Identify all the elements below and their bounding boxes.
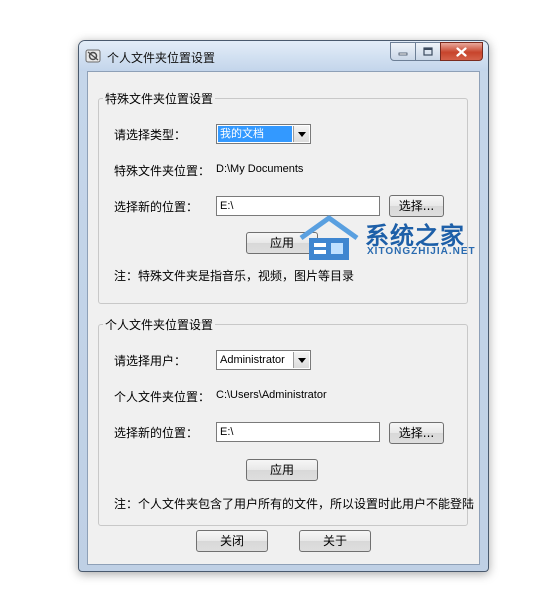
dropdown-arrow[interactable] (293, 352, 309, 368)
personal-group-legend: 个人文件夹位置设置 (105, 318, 214, 332)
personal-new-location-label: 选择新的位置： (114, 426, 199, 440)
chevron-down-icon (297, 131, 306, 137)
client-area: 特殊文件夹位置设置 请选择类型： 我的文档 特殊文件夹位置： D:\My Doc… (87, 71, 480, 565)
minimize-button[interactable] (390, 42, 416, 61)
minimize-icon (398, 52, 408, 55)
special-type-value: 我的文档 (218, 126, 292, 142)
personal-location-label: 个人文件夹位置： (114, 390, 211, 404)
personal-user-select[interactable]: Administrator (216, 350, 311, 370)
close-button[interactable]: 关闭 (196, 530, 268, 552)
special-type-label: 请选择类型： (114, 128, 187, 142)
maximize-button[interactable] (415, 42, 441, 61)
personal-new-location-input[interactable]: E:\ (216, 422, 380, 442)
close-icon (456, 46, 467, 57)
watermark-subtitle: XITONGZHIJIA.NET (367, 246, 476, 257)
special-type-select[interactable]: 我的文档 (216, 124, 311, 144)
about-button[interactable]: 关于 (299, 530, 371, 552)
special-location-label: 特殊文件夹位置： (114, 164, 211, 178)
special-note: 注：特殊文件夹是指音乐，视频，图片等目录 (114, 269, 355, 283)
title-bar[interactable]: 个人文件夹位置设置 (79, 41, 488, 71)
personal-browse-button[interactable]: 选择... (389, 422, 444, 444)
special-location-value: D:\My Documents (216, 163, 304, 175)
dropdown-arrow[interactable] (293, 126, 309, 142)
watermark-logo: 系统之家 XITONGZHIJIA.NET (295, 212, 495, 268)
maximize-icon (423, 47, 433, 56)
close-window-button[interactable] (440, 42, 483, 61)
personal-user-value: Administrator (220, 354, 285, 366)
personal-apply-button[interactable]: 应用 (246, 459, 318, 481)
window-title: 个人文件夹位置设置 (107, 51, 216, 65)
chevron-down-icon (297, 357, 306, 363)
app-gear-icon (85, 49, 101, 63)
personal-note: 注：个人文件夹包含了用户所有的文件，所以设置时此用户不能登陆 (114, 497, 475, 511)
personal-location-value: C:\Users\Administrator (216, 389, 327, 401)
special-group-legend: 特殊文件夹位置设置 (105, 92, 214, 106)
house-logo-icon (299, 215, 359, 260)
special-new-location-label: 选择新的位置： (114, 200, 199, 214)
personal-user-label: 请选择用户： (114, 354, 187, 368)
window-controls (390, 42, 483, 61)
settings-window: 个人文件夹位置设置 特殊文件夹位置设置 请选择类型： 我的文档 特殊文件夹位置：… (78, 40, 489, 572)
